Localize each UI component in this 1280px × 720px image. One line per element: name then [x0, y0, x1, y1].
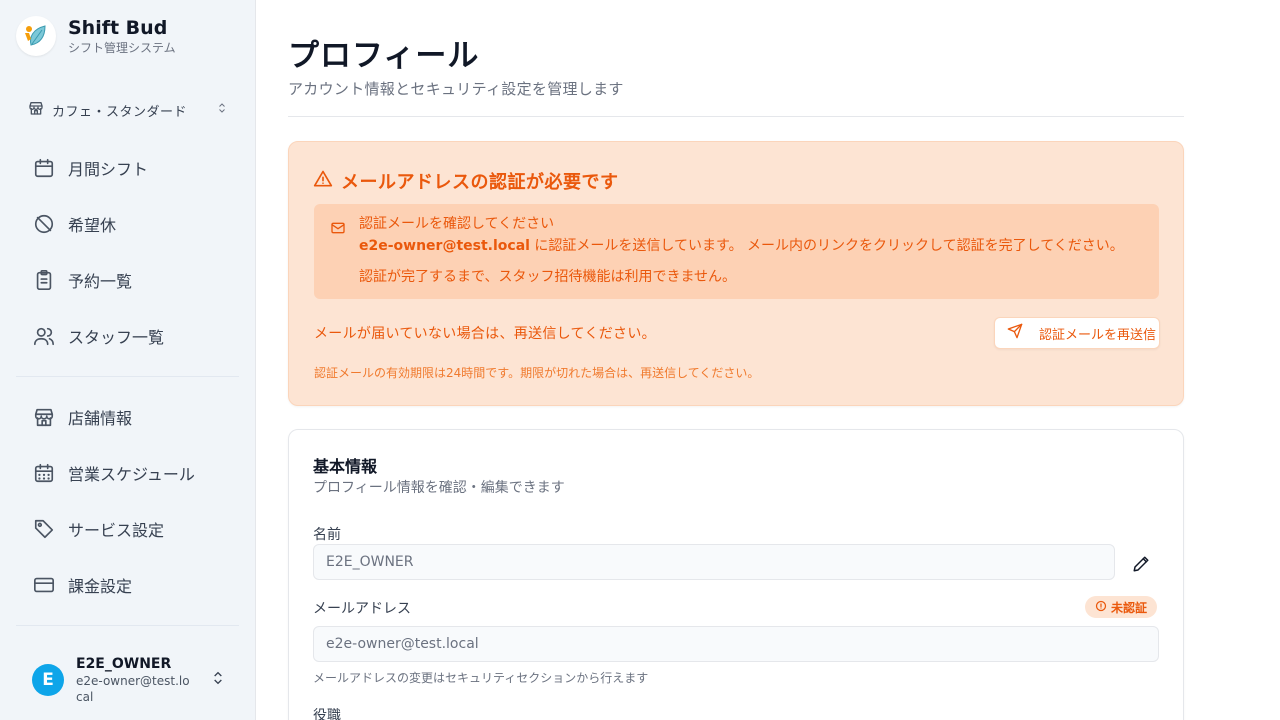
sidebar-item-monthly-shift[interactable]: 月間シフト: [16, 148, 240, 188]
sidebar-item-store-info[interactable]: 店舗情報: [16, 397, 240, 437]
tag-icon: [32, 517, 56, 541]
basic-info-card: 基本情報 プロフィール情報を確認・編集できます 名前 E2E_OWNER メール…: [288, 429, 1184, 720]
calendar-off-icon: [32, 212, 56, 236]
role-label: 役職: [313, 708, 341, 720]
email-label: メールアドレス: [313, 601, 411, 617]
pencil-icon: [1132, 555, 1150, 577]
send-icon: [1007, 323, 1023, 343]
brand-subtitle: シフト管理システム: [68, 41, 176, 55]
name-field[interactable]: E2E_OWNER: [313, 544, 1115, 580]
sidebar-item-label: 希望休: [68, 216, 117, 235]
resend-button-label: 認証メールを再送信: [1039, 327, 1157, 343]
sidebar-item-billing[interactable]: 課金設定: [16, 565, 240, 605]
sidebar-item-service-settings[interactable]: サービス設定: [16, 509, 240, 549]
store-icon: [32, 405, 56, 429]
chevron-up-down-icon: [216, 102, 228, 118]
card-subtitle: プロフィール情報を確認・編集できます: [313, 480, 565, 496]
main-content: プロフィール アカウント情報とセキュリティ設定を管理します メールアドレスの認証…: [256, 0, 1280, 720]
page-subtitle: アカウント情報とセキュリティ設定を管理します: [288, 80, 624, 98]
calendar-grid-icon: [32, 461, 56, 485]
info-box-title: 認証メールを確認してください: [359, 216, 555, 232]
sidebar: Shift Bud シフト管理システム カフェ・スタンダード 月間シフト 希望休…: [0, 0, 256, 720]
sidebar-item-label: 営業スケジュール: [68, 465, 195, 484]
alert-circle-icon: [1095, 600, 1107, 615]
sidebar-item-business-schedule[interactable]: 営業スケジュール: [16, 453, 240, 493]
sidebar-item-reservations[interactable]: 予約一覧: [16, 260, 240, 300]
sidebar-item-label: 月間シフト: [68, 160, 149, 179]
email-verification-alert: メールアドレスの認証が必要です 認証メールを確認してください e2e-owner…: [288, 141, 1184, 406]
verification-email: e2e-owner@test.local: [359, 238, 530, 254]
alert-title: メールアドレスの認証が必要です: [313, 168, 619, 194]
clipboard-icon: [32, 268, 56, 292]
user-email: e2e-owner@test.local: [76, 674, 190, 704]
brand[interactable]: Shift Bud シフト管理システム: [16, 16, 176, 56]
expiry-note: 認証メールの有効期限は24時間です。期限が切れた場合は、再送信してください。: [314, 366, 760, 380]
sidebar-item-label: 店舗情報: [68, 409, 133, 428]
resend-verification-button[interactable]: 認証メールを再送信: [994, 317, 1160, 349]
brand-name: Shift Bud: [68, 17, 168, 39]
avatar: E: [32, 664, 64, 696]
header-divider: [288, 116, 1184, 117]
sidebar-item-label: 予約一覧: [68, 272, 133, 291]
store-selector-label: カフェ・スタンダード: [52, 104, 188, 120]
chevron-up-down-icon: [210, 670, 226, 690]
sidebar-item-label: 課金設定: [68, 577, 133, 596]
email-field[interactable]: e2e-owner@test.local: [313, 626, 1159, 662]
sidebar-item-label: サービス設定: [68, 521, 165, 540]
brand-logo-icon: [16, 16, 56, 56]
alert-title-text: メールアドレスの認証が必要です: [341, 172, 619, 193]
store-selector[interactable]: カフェ・スタンダード: [20, 96, 236, 124]
calendar-icon: [32, 156, 56, 180]
email-help-text: メールアドレスの変更はセキュリティセクションから行えます: [313, 671, 649, 685]
info-box-message-text: に認証メールを送信しています。 メール内のリンクをクリックして認証を完了してくだ…: [529, 238, 1124, 254]
edit-name-button[interactable]: [1127, 552, 1155, 580]
badge-label: 未認証: [1111, 600, 1148, 615]
mail-icon: [330, 220, 346, 240]
resend-prompt: メールが届いていない場合は、再送信してください。: [314, 326, 656, 342]
sidebar-item-label: スタッフ一覧: [68, 328, 165, 347]
page-title: プロフィール: [288, 38, 480, 74]
user-name: E2E_OWNER: [76, 656, 172, 672]
credit-card-icon: [32, 573, 56, 597]
store-icon: [28, 100, 44, 120]
card-title: 基本情報: [313, 457, 378, 476]
info-box-note: 認証が完了するまで、スタッフ招待機能は利用できません。: [359, 269, 737, 285]
info-box-message: e2e-owner@test.local に認証メールを送信しています。 メール…: [359, 235, 1124, 255]
verification-info-box: 認証メールを確認してください e2e-owner@test.local に認証メ…: [314, 204, 1159, 299]
user-menu[interactable]: E E2E_OWNER e2e-owner@test.local: [16, 648, 240, 712]
unverified-badge: 未認証: [1085, 596, 1158, 618]
warning-icon: [313, 169, 333, 194]
sidebar-divider: [16, 625, 239, 626]
sidebar-item-staff[interactable]: スタッフ一覧: [16, 316, 240, 356]
sidebar-item-requested-leave[interactable]: 希望休: [16, 204, 240, 244]
name-label: 名前: [313, 527, 341, 543]
users-icon: [32, 324, 56, 348]
sidebar-divider: [16, 376, 239, 377]
